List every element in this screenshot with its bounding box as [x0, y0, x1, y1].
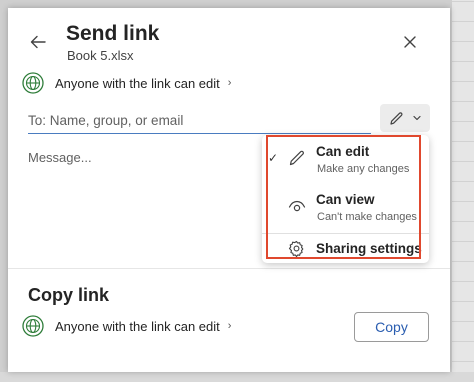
message-field[interactable] — [28, 150, 248, 210]
copy-link-title: Copy link — [28, 285, 110, 305]
background-strip — [0, 372, 474, 382]
close-icon — [404, 36, 416, 48]
checkmark-icon: ✓ — [268, 151, 279, 165]
menu-item-label: Sharing settings — [316, 241, 422, 256]
copy-link-permission-selector[interactable]: Anyone with the link can edit › — [22, 313, 231, 339]
menu-separator — [262, 233, 429, 234]
globe-icon — [22, 72, 44, 94]
link-permission-selector[interactable]: Anyone with the link can edit › — [22, 70, 231, 96]
chevron-right-icon: › — [227, 77, 232, 89]
menu-item-can-view[interactable]: Can view Can't make changes — [262, 185, 429, 233]
menu-item-description: Can't make changes — [317, 211, 417, 223]
eye-icon — [288, 200, 306, 212]
menu-item-description: Make any changes — [317, 163, 410, 175]
menu-item-can-edit[interactable]: ✓ Can edit Make any changes — [262, 137, 429, 185]
chevron-right-icon: › — [227, 320, 232, 332]
close-button[interactable] — [398, 30, 422, 54]
permission-text: Anyone with the link can edit — [55, 75, 220, 91]
permission-menu: ✓ Can edit Make any changes Can view Can… — [262, 135, 429, 263]
dialog-title: Send link — [66, 22, 160, 45]
arrow-left-icon — [30, 35, 46, 49]
gear-icon — [288, 240, 304, 257]
menu-item-sharing-settings[interactable]: Sharing settings — [262, 237, 429, 261]
copy-button[interactable]: Copy — [354, 312, 429, 342]
pencil-icon — [389, 111, 402, 125]
globe-icon — [22, 315, 44, 337]
menu-item-label: Can edit — [316, 144, 370, 159]
spreadsheet-background — [452, 0, 474, 382]
permission-dropdown-button[interactable] — [380, 104, 430, 132]
recipients-input[interactable] — [28, 104, 371, 134]
back-button[interactable] — [26, 30, 50, 54]
chevron-down-icon — [412, 115, 421, 121]
menu-item-label: Can view — [316, 192, 375, 207]
permission-text: Anyone with the link can edit — [55, 318, 220, 334]
section-divider — [8, 268, 450, 269]
file-name: Book 5.xlsx — [67, 48, 134, 63]
pencil-icon — [289, 150, 304, 166]
